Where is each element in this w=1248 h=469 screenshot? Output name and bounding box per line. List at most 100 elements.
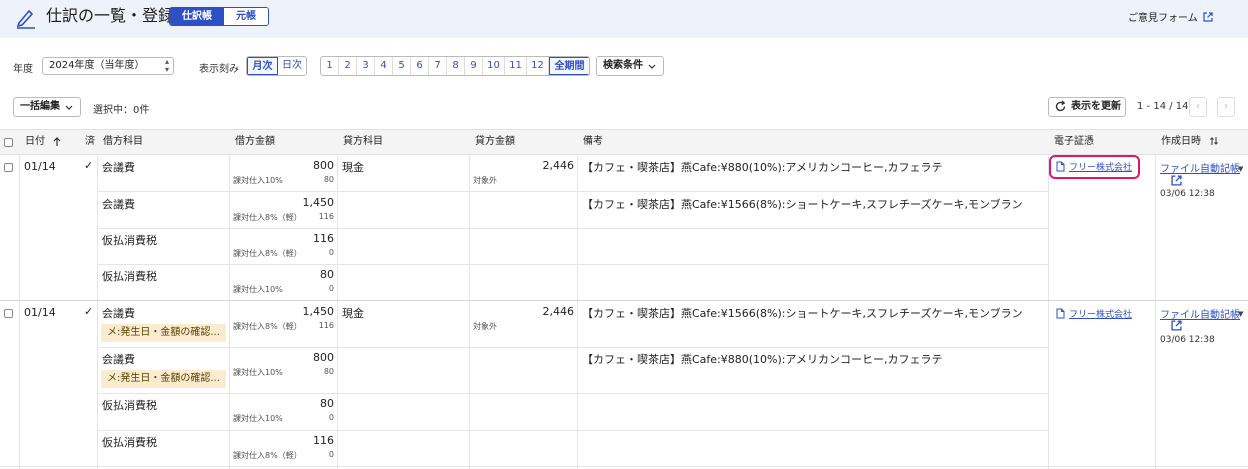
header-created[interactable]: 作成日時 [1155, 129, 1248, 155]
grid-line [97, 228, 1048, 229]
grid-line [97, 430, 1048, 431]
row-menu-caret-icon[interactable]: ▼ [1238, 165, 1243, 173]
select-all-checkbox[interactable] [4, 138, 13, 147]
done-check-icon: ✓ [84, 305, 94, 318]
row-menu-caret-icon[interactable]: ▼ [1238, 310, 1243, 318]
memo-tag[interactable]: メ:発生日・金額の確認... [101, 370, 226, 388]
scale-monthly[interactable]: 月次 [247, 57, 278, 75]
scale-toggle: 月次 日次 [246, 56, 307, 76]
tax-amount: 0 [328, 413, 334, 422]
grid-line [97, 191, 1048, 192]
memo-text[interactable]: 【カフェ・喫茶店】燕Cafe:¥880(10%):アメリカンコーヒー,カフェラテ [582, 351, 942, 367]
month-11[interactable]: 11 [505, 57, 527, 75]
credit-account[interactable]: 現金 [342, 159, 364, 175]
scale-label: 表示刻み [199, 64, 239, 75]
month-7[interactable]: 7 [429, 57, 447, 75]
header-created-label: 作成日時 [1161, 136, 1201, 147]
month-10[interactable]: 10 [483, 57, 505, 75]
row-checkbox[interactable] [4, 163, 13, 172]
search-conditions-label: 検索条件 [603, 60, 643, 71]
debit-account[interactable]: 会議費 [102, 351, 135, 367]
tax-class: 課対仕入10% [233, 176, 283, 185]
tab-ledger[interactable]: 元帳 [224, 8, 268, 25]
prev-page-button[interactable]: ‹ [1189, 97, 1207, 117]
refresh-icon [1055, 100, 1066, 112]
external-link-icon [1171, 320, 1182, 331]
debit-amount[interactable]: 116 [240, 232, 334, 245]
all-period[interactable]: 全期間 [549, 57, 589, 75]
grid-line [97, 393, 1048, 394]
chevron-down-icon [648, 64, 656, 69]
chevron-left-icon: ‹ [1196, 101, 1200, 112]
bulk-edit-button[interactable]: 一括編集 [13, 97, 81, 117]
month-6[interactable]: 6 [411, 57, 429, 75]
refresh-button[interactable]: 表示を更新 [1048, 97, 1126, 117]
memo-text[interactable]: 【カフェ・喫茶店】燕Cafe:¥1566(8%):ショートケーキ,スフレチーズケ… [582, 196, 1023, 212]
done-check-icon: ✓ [84, 159, 94, 172]
debit-account[interactable]: 仮払消費税 [102, 268, 157, 284]
credit-tax-class: 対象外 [473, 322, 497, 331]
page-title: 仕訳の一覧・登録 [46, 6, 175, 25]
credit-amount[interactable]: 2,446 [480, 305, 575, 318]
tab-journal[interactable]: 仕訳帳 [170, 8, 224, 25]
month-8[interactable]: 8 [447, 57, 465, 75]
evidence-link[interactable]: フリー株式会社 [1056, 307, 1132, 320]
debit-amount[interactable]: 80 [240, 397, 334, 410]
month-3[interactable]: 3 [357, 57, 375, 75]
year-select[interactable]: 2024年度（当年度） ▴ ▾ [42, 57, 174, 75]
debit-account[interactable]: 会議費 [102, 305, 135, 321]
debit-account[interactable]: 会議費 [102, 159, 135, 175]
created-by-link[interactable]: ファイル自動記帳 [1160, 306, 1240, 321]
document-icon [1056, 308, 1065, 319]
grid-line [19, 155, 20, 469]
memo-tag[interactable]: メ:発生日・金額の確認... [101, 324, 226, 342]
month-4[interactable]: 4 [375, 57, 393, 75]
month-1[interactable]: 1 [321, 57, 339, 75]
debit-account[interactable]: 仮払消費税 [102, 232, 157, 248]
month-selector: 1 2 3 4 5 6 7 8 9 10 11 12 全期間 [320, 56, 590, 76]
header-debit-amount: 借方金額 [229, 129, 337, 155]
month-9[interactable]: 9 [465, 57, 483, 75]
debit-amount[interactable]: 800 [240, 159, 334, 172]
created-at: 03/06 12:38 [1160, 189, 1215, 199]
bulk-edit-label: 一括編集 [20, 101, 60, 112]
month-5[interactable]: 5 [393, 57, 411, 75]
external-link-icon [1203, 11, 1213, 22]
debit-amount[interactable]: 116 [240, 434, 334, 447]
tax-amount: 80 [323, 367, 334, 376]
header-debit-account: 借方科目 [97, 129, 229, 155]
grid-line [229, 155, 230, 469]
debit-account[interactable]: 仮払消費税 [102, 397, 157, 413]
journal-pen-icon [16, 9, 35, 29]
refresh-label: 表示を更新 [1071, 101, 1121, 112]
select-arrows-icon: ▴ ▾ [164, 57, 169, 74]
memo-text[interactable]: 【カフェ・喫茶店】燕Cafe:¥1566(8%):ショートケーキ,スフレチーズケ… [582, 305, 1023, 321]
credit-amount[interactable]: 2,446 [480, 159, 575, 172]
tax-amount: 0 [328, 284, 334, 293]
created-by-link[interactable]: ファイル自動記帳 [1160, 160, 1240, 175]
credit-account[interactable]: 現金 [342, 305, 364, 321]
search-conditions-button[interactable]: 検索条件 [596, 56, 664, 76]
header-date[interactable]: 日付 [19, 129, 81, 155]
debit-account[interactable]: 仮払消費税 [102, 434, 157, 450]
memo-text[interactable]: 【カフェ・喫茶店】燕Cafe:¥880(10%):アメリカンコーヒー,カフェラテ [582, 159, 942, 175]
header-evidence: 電子証憑 [1048, 129, 1155, 155]
debit-amount[interactable]: 80 [240, 268, 334, 281]
feedback-link[interactable]: ご意見フォーム [1128, 9, 1213, 24]
month-2[interactable]: 2 [339, 57, 357, 75]
external-link-icon [1171, 175, 1182, 186]
scale-daily[interactable]: 日次 [278, 57, 306, 75]
header-done: 済 [81, 129, 97, 155]
tax-amount: 116 [318, 321, 334, 330]
row-checkbox[interactable] [4, 309, 13, 318]
next-page-button[interactable]: › [1217, 97, 1235, 117]
tax-amount: 0 [328, 450, 334, 459]
header-date-label: 日付 [25, 136, 45, 147]
debit-amount[interactable]: 1,450 [240, 305, 335, 318]
debit-amount[interactable]: 800 [240, 351, 334, 364]
month-12[interactable]: 12 [527, 57, 549, 75]
grid-line [337, 155, 338, 469]
debit-account[interactable]: 会議費 [102, 196, 135, 212]
debit-amount[interactable]: 1,450 [240, 196, 335, 209]
grid-line [0, 466, 1248, 467]
